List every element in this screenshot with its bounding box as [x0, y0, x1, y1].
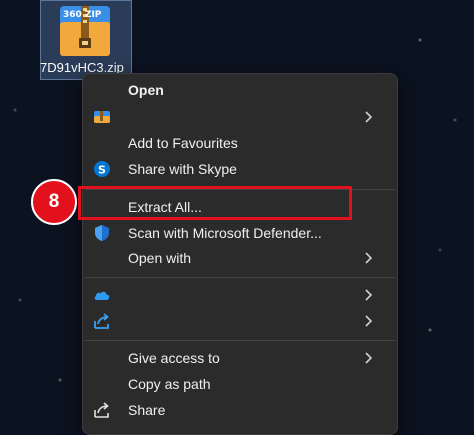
- zip-archive-icon: 360 ZIP: [60, 6, 110, 56]
- menu-item-label: Scan with Microsoft Defender...: [128, 225, 322, 241]
- menu-item-label: Open with: [128, 250, 192, 266]
- step-number: 8: [48, 191, 60, 212]
- defender-shield-icon: [93, 224, 111, 242]
- menu-item-label: Open: [128, 82, 164, 98]
- chevron-right-icon: [365, 352, 373, 364]
- menu-item-label: Add to Favourites: [128, 135, 238, 151]
- share-icon: [93, 401, 111, 419]
- chevron-right-icon: [365, 111, 373, 123]
- app-icon: [93, 108, 111, 126]
- menu-item-label: Share with Skype: [128, 161, 237, 177]
- menu-item-onedrive[interactable]: [89, 282, 391, 308]
- desktop-zip-file[interactable]: 360 ZIP 7D91vHC3.zip: [40, 0, 132, 80]
- menu-item-label: Share: [128, 402, 166, 418]
- chevron-right-icon: [365, 252, 373, 264]
- chevron-right-icon: [365, 289, 373, 301]
- menu-item-label: Give access to: [128, 350, 220, 366]
- menu-item-open[interactable]: Open: [89, 77, 391, 103]
- svg-text:360 ZIP: 360 ZIP: [63, 10, 102, 20]
- menu-item-label: Copy as path: [128, 376, 211, 392]
- menu-separator: [85, 340, 395, 341]
- step-number-badge: 8: [31, 179, 77, 225]
- menu-item-app-submenu[interactable]: [89, 104, 391, 130]
- skype-icon: S: [93, 160, 111, 178]
- context-menu: Open Add to Favourites S Share with Skyp…: [82, 73, 398, 435]
- share-arrow-icon: [93, 312, 111, 330]
- menu-item-share-with-skype[interactable]: S Share with Skype: [89, 156, 391, 182]
- svg-text:S: S: [98, 164, 106, 177]
- chevron-right-icon: [365, 315, 373, 327]
- extract-all-highlight-box: [78, 186, 352, 220]
- menu-item-scan-with-defender[interactable]: Scan with Microsoft Defender...: [89, 220, 391, 246]
- menu-item-give-access-to[interactable]: Give access to: [89, 345, 391, 371]
- menu-item-share[interactable]: Share: [89, 397, 391, 423]
- menu-separator: [85, 277, 395, 278]
- menu-item-open-with[interactable]: Open with: [89, 245, 391, 271]
- onedrive-cloud-icon: [93, 286, 111, 304]
- menu-item-share-arrow[interactable]: [89, 308, 391, 334]
- menu-item-add-to-favourites[interactable]: Add to Favourites: [89, 130, 391, 156]
- menu-item-copy-as-path[interactable]: Copy as path: [89, 371, 391, 397]
